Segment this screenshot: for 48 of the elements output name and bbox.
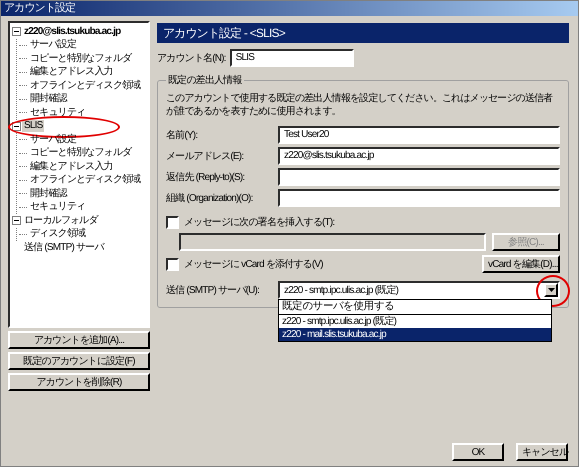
field-label: 名前(Y): xyxy=(166,129,198,142)
checkbox[interactable] xyxy=(166,216,179,228)
tree-item[interactable]: コピーと特別なフォルダ xyxy=(28,52,134,65)
tree-item[interactable]: 編集とアドレス入力 xyxy=(28,160,115,173)
text-field[interactable] xyxy=(278,189,560,207)
account-name-field[interactable]: SLIS xyxy=(230,49,354,67)
field-label: 送信 (SMTP) サーバ(U): xyxy=(166,284,260,297)
checkbox-label: メッセージに vCard を添付する(V) xyxy=(184,258,323,271)
tree-item[interactable]: コピーと特別なフォルダ xyxy=(28,147,134,160)
tree-item[interactable]: セキュリティ xyxy=(28,201,88,214)
text-field[interactable]: Test User20 xyxy=(278,126,560,144)
field-label: 組織 (Organization)(O): xyxy=(166,192,254,205)
dropdown-option[interactable]: 既定のサーバを使用する xyxy=(279,300,551,315)
panel-title: アカウント設定 - <SLIS> xyxy=(157,23,569,43)
collapse-icon[interactable] xyxy=(12,216,21,226)
window-title: アカウント設定 xyxy=(4,1,76,16)
text-field[interactable]: z220@slis.tsukuba.ac.jp xyxy=(278,147,560,165)
edit-vcard-button[interactable]: vCard を編集(D)... xyxy=(482,255,560,273)
smtp-server-dropdown[interactable]: z220 - smtp.ipc.ulis.ac.jp (既定) xyxy=(278,281,560,299)
tree-item[interactable]: SLIS xyxy=(22,120,44,132)
tree-item[interactable]: z220@slis.tsukuba.ac.jp xyxy=(22,26,122,38)
tree-item[interactable]: 開封確認 xyxy=(28,188,69,200)
tree-item[interactable]: 編集とアドレス入力 xyxy=(28,66,115,78)
tree-item[interactable]: 開封確認 xyxy=(28,93,69,106)
account-button[interactable]: アカウントを削除(R) xyxy=(8,373,150,391)
text-field[interactable] xyxy=(278,168,560,186)
account-button[interactable]: アカウントを追加(A)... xyxy=(8,331,150,349)
tree-item[interactable]: セキュリティ xyxy=(28,106,88,119)
field-label: 返信先 (Reply-to)(S): xyxy=(166,170,246,184)
description: このアカウントで使用する既定の差出人情報を設定してください。これはメッセージの送信者が誰であるかを表すために使用されます。 xyxy=(166,92,554,118)
dialog-button[interactable]: OK xyxy=(452,443,504,461)
tree-item[interactable]: サーバ設定 xyxy=(28,39,78,52)
tree-item[interactable]: 送信 (SMTP) サーバ xyxy=(22,242,106,254)
dropdown-option[interactable]: z220 - mail.slis.tsukuba.ac.jp xyxy=(279,328,551,341)
signature-file-field[interactable] xyxy=(179,233,486,251)
account-button[interactable]: 既定のアカウントに設定(F) xyxy=(8,352,150,370)
field-label: メールアドレス(E): xyxy=(166,150,244,163)
tree-item[interactable]: ローカルフォルダ xyxy=(22,214,100,227)
tree-item[interactable]: ディスク領域 xyxy=(28,228,88,240)
tree-item[interactable]: オフラインとディスク領域 xyxy=(28,174,142,186)
group-title: 既定の差出人情報 xyxy=(167,74,243,87)
collapse-icon[interactable] xyxy=(12,122,21,131)
tree-item[interactable]: オフラインとディスク領域 xyxy=(28,80,142,92)
collapse-icon[interactable] xyxy=(12,27,21,36)
dropdown-option[interactable]: z220 - smtp.ipc.ulis.ac.jp (既定) xyxy=(279,315,551,328)
checkbox-label: メッセージに次の署名を挿入する(T): xyxy=(184,216,334,229)
field-label: アカウント名(N): xyxy=(157,52,226,65)
checkbox[interactable] xyxy=(166,258,179,270)
